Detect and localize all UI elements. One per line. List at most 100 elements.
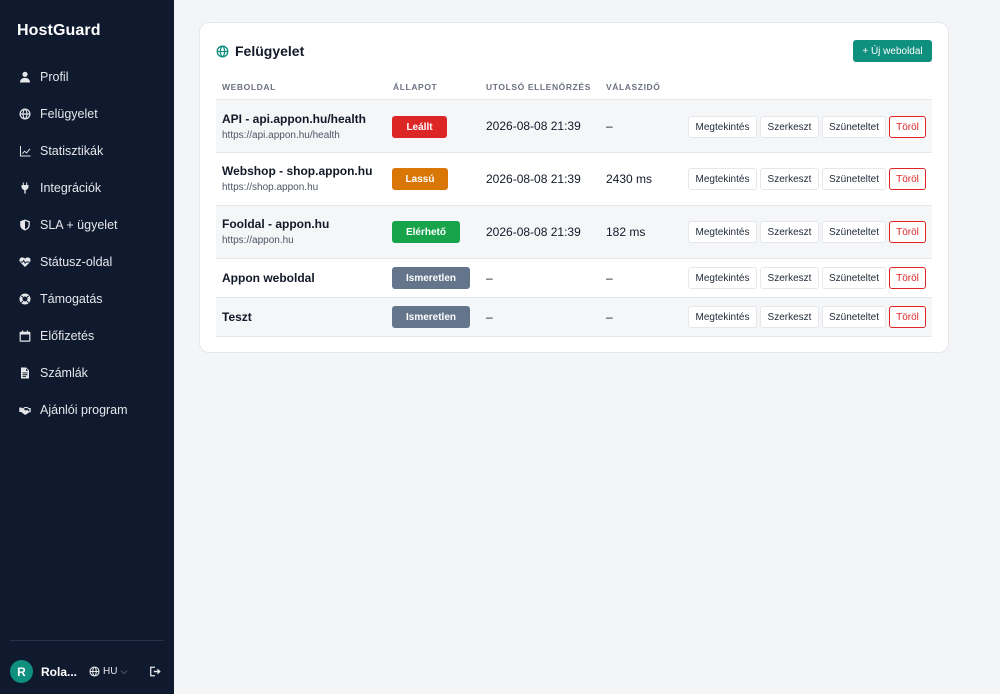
pause-button[interactable]: Szüneteltet <box>822 267 886 289</box>
globe-icon <box>89 666 100 677</box>
sidebar-item-label: SLA + ügyelet <box>40 217 118 232</box>
sidebar-item-label: Előfizetés <box>40 328 95 343</box>
sidebar-item-label: Statisztikák <box>40 143 104 158</box>
logout-icon <box>150 666 161 677</box>
sidebar-item-tamogatas[interactable]: Támogatás <box>0 280 174 317</box>
view-button[interactable]: Megtekintés <box>688 221 757 243</box>
language-selector[interactable]: HU ⌵ <box>89 666 127 677</box>
monitoring-card: Felügyelet + Új weboldal WEBOLDAL ÁLLAPO… <box>199 22 949 353</box>
column-header-status: ÁLLAPOT <box>393 82 438 92</box>
status-badge: Elérhető <box>392 221 460 243</box>
sidebar-item-label: Integrációk <box>40 180 102 195</box>
edit-button[interactable]: Szerkeszt <box>760 116 819 138</box>
table-row: Teszt Ismeretlen – – Megtekintés Szerkes… <box>216 298 932 337</box>
user-name[interactable]: Rola... <box>41 665 79 679</box>
status-badge: Ismeretlen <box>392 267 470 289</box>
sidebar-item-label: Ajánlói program <box>40 402 128 417</box>
table-row: Fooldal - appon.hu https://appon.hu Elér… <box>216 206 932 259</box>
column-header-website: WEBOLDAL <box>222 82 276 92</box>
delete-button[interactable]: Töröl <box>889 116 926 138</box>
shield-icon <box>18 218 31 231</box>
pause-button[interactable]: Szüneteltet <box>822 116 886 138</box>
heartbeat-icon <box>18 255 31 268</box>
site-name: API - api.appon.hu/health <box>222 112 366 126</box>
site-name: Fooldal - appon.hu <box>222 217 330 231</box>
brand-logo: HostGuard <box>17 22 101 39</box>
status-badge: Leállt <box>392 116 447 138</box>
chevron-down-icon: ⌵ <box>120 666 128 676</box>
handshake-icon <box>18 403 31 416</box>
avatar[interactable]: R <box>10 660 33 683</box>
site-url: https://shop.appon.hu <box>222 182 319 193</box>
add-website-button[interactable]: + Új weboldal <box>853 40 932 62</box>
pause-button[interactable]: Szüneteltet <box>822 306 886 328</box>
site-name: Appon weboldal <box>222 271 315 285</box>
sidebar-item-label: Számlák <box>40 365 88 380</box>
status-badge: Ismeretlen <box>392 306 470 328</box>
last-check: – <box>486 310 493 324</box>
last-check: – <box>486 271 493 285</box>
sidebar-item-statusz-oldal[interactable]: Státusz-oldal <box>0 243 174 280</box>
delete-button[interactable]: Töröl <box>889 306 926 328</box>
edit-button[interactable]: Szerkeszt <box>760 306 819 328</box>
language-label: HU <box>103 666 118 677</box>
plug-icon <box>18 181 31 194</box>
edit-button[interactable]: Szerkeszt <box>760 168 819 190</box>
globe-icon <box>216 45 229 57</box>
sidebar-item-label: Státusz-oldal <box>40 254 113 269</box>
response-time: 2430 ms <box>606 172 653 186</box>
column-header-last-check: UTOLSÓ ELLENŐRZÉS <box>486 82 591 92</box>
response-time: – <box>606 310 613 324</box>
sidebar-item-szamlak[interactable]: Számlák <box>0 354 174 391</box>
delete-button[interactable]: Töröl <box>889 168 926 190</box>
calendar-icon <box>18 329 31 342</box>
sidebar-item-profil[interactable]: Profil <box>0 58 174 95</box>
response-time: – <box>606 119 613 133</box>
view-button[interactable]: Megtekintés <box>688 267 757 289</box>
sidebar-item-label: Felügyelet <box>40 106 98 121</box>
sidebar-item-sla[interactable]: SLA + ügyelet <box>0 206 174 243</box>
sidebar-item-ajanloi-program[interactable]: Ajánlói program <box>0 391 174 428</box>
sidebar-item-label: Profil <box>40 69 69 84</box>
sidebar-nav: Profil Felügyelet Statisztikák Integráci… <box>0 58 174 428</box>
delete-button[interactable]: Töröl <box>889 267 926 289</box>
document-icon <box>18 366 31 379</box>
globe-icon <box>18 107 31 120</box>
chart-line-icon <box>18 144 31 157</box>
sidebar: HostGuard Profil Felügyelet Statisztikák… <box>0 0 174 694</box>
site-name: Webshop - shop.appon.hu <box>222 164 373 178</box>
sidebar-item-elofizetes[interactable]: Előfizetés <box>0 317 174 354</box>
edit-button[interactable]: Szerkeszt <box>760 267 819 289</box>
sidebar-footer: R Rola... HU ⌵ <box>10 640 164 694</box>
pause-button[interactable]: Szüneteltet <box>822 168 886 190</box>
last-check: 2026-08-08 21:39 <box>486 172 581 186</box>
site-name: Teszt <box>222 310 252 324</box>
edit-button[interactable]: Szerkeszt <box>760 221 819 243</box>
sidebar-item-felugyelet[interactable]: Felügyelet <box>0 95 174 132</box>
page-title-text: Felügyelet <box>235 43 305 59</box>
table-row: Appon weboldal Ismeretlen – – Megtekinté… <box>216 259 932 298</box>
table-row: Webshop - shop.appon.hu https://shop.app… <box>216 153 932 206</box>
page-title: Felügyelet <box>216 43 304 59</box>
site-url: https://appon.hu <box>222 235 294 246</box>
last-check: 2026-08-08 21:39 <box>486 119 581 133</box>
response-time: – <box>606 271 613 285</box>
site-url: https://api.appon.hu/health <box>222 130 340 141</box>
column-header-response-time: VÁLASZIDŐ <box>606 82 661 92</box>
view-button[interactable]: Megtekintés <box>688 116 757 138</box>
last-check: 2026-08-08 21:39 <box>486 225 581 239</box>
delete-button[interactable]: Töröl <box>889 221 926 243</box>
logout-button[interactable] <box>149 665 163 679</box>
sidebar-item-label: Támogatás <box>40 291 103 306</box>
user-icon <box>18 70 31 83</box>
lifebuoy-icon <box>18 292 31 305</box>
table-header: WEBOLDAL ÁLLAPOT UTOLSÓ ELLENŐRZÉS VÁLAS… <box>216 75 932 100</box>
table-row: API - api.appon.hu/health https://api.ap… <box>216 100 932 153</box>
view-button[interactable]: Megtekintés <box>688 306 757 328</box>
sidebar-item-statisztikak[interactable]: Statisztikák <box>0 132 174 169</box>
response-time: 182 ms <box>606 225 646 239</box>
sidebar-item-integraciok[interactable]: Integrációk <box>0 169 174 206</box>
view-button[interactable]: Megtekintés <box>688 168 757 190</box>
pause-button[interactable]: Szüneteltet <box>822 221 886 243</box>
status-badge: Lassú <box>392 168 448 190</box>
